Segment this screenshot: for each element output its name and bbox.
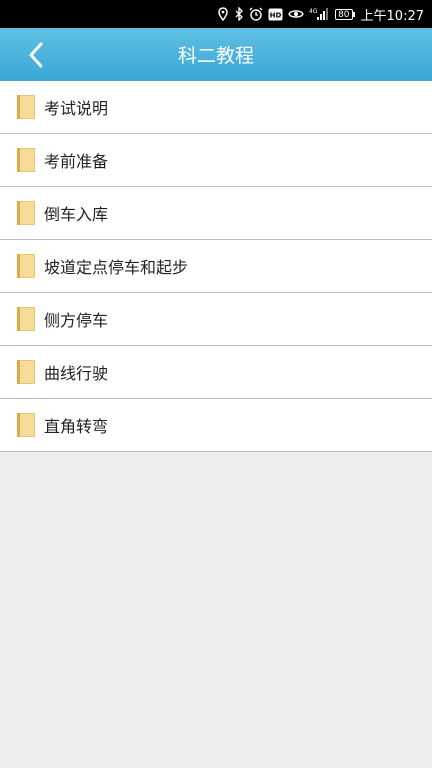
list-item[interactable]: 考试说明 <box>0 81 432 134</box>
svg-text:HD: HD <box>270 11 282 19</box>
list-item[interactable]: 侧方停车 <box>0 293 432 346</box>
battery-level: 80 <box>335 8 353 20</box>
folder-icon <box>16 359 36 385</box>
folder-icon <box>16 306 36 332</box>
list-item[interactable]: 考前准备 <box>0 134 432 187</box>
list-item-label: 直角转弯 <box>44 417 109 436</box>
chevron-left-icon <box>29 42 43 68</box>
status-bar: HD 4G 80 上午10:27 <box>0 0 432 28</box>
location-icon <box>217 6 229 22</box>
battery-icon: 80 <box>335 8 355 20</box>
back-button[interactable] <box>22 40 50 70</box>
tutorial-list: 考试说明 考前准备 倒车入库 坡道定点停车和起步 侧方停车 曲线行驶 直角转弯 <box>0 81 432 452</box>
list-item-label: 倒车入库 <box>44 205 109 224</box>
folder-icon <box>16 147 36 173</box>
folder-icon <box>16 200 36 226</box>
list-item[interactable]: 曲线行驶 <box>0 346 432 399</box>
page-title: 科二教程 <box>177 45 254 67</box>
list-item[interactable]: 坡道定点停车和起步 <box>0 240 432 293</box>
list-item[interactable]: 倒车入库 <box>0 187 432 240</box>
svg-text:4G: 4G <box>309 8 318 15</box>
eye-icon <box>288 6 304 22</box>
list-item-label: 侧方停车 <box>44 311 109 330</box>
alarm-icon <box>249 6 263 22</box>
list-item-label: 考前准备 <box>44 152 109 171</box>
app-header: 科二教程 <box>0 28 432 81</box>
list-item-label: 坡道定点停车和起步 <box>44 258 189 277</box>
status-time: 上午10:27 <box>360 8 424 24</box>
list-item-label: 考试说明 <box>44 99 109 118</box>
list-item[interactable]: 直角转弯 <box>0 399 432 452</box>
hd-icon: HD <box>268 6 283 22</box>
list-item-label: 曲线行驶 <box>44 364 109 383</box>
folder-icon <box>16 412 36 438</box>
signal-icon: 4G <box>309 6 329 22</box>
folder-icon <box>16 253 36 279</box>
folder-icon <box>16 94 36 120</box>
bluetooth-icon <box>234 6 244 22</box>
